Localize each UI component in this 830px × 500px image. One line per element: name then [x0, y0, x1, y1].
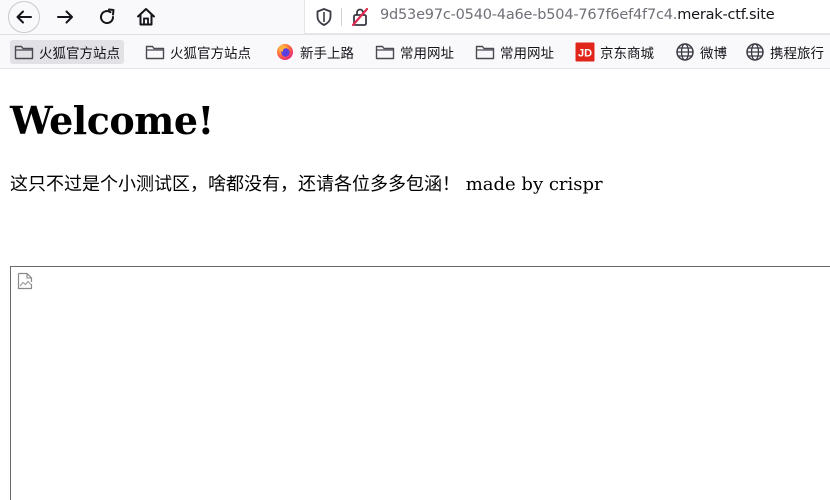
home-icon — [137, 8, 155, 26]
globe-icon — [675, 43, 695, 61]
svg-text:JD: JD — [578, 48, 592, 60]
folder-icon — [475, 43, 495, 61]
forward-arrow-icon — [57, 10, 73, 24]
firefox-icon — [275, 43, 295, 61]
url-text[interactable]: 9d53e97c-0540-4a6e-b504-767f6ef4f7c4.mer… — [380, 7, 775, 23]
insecure-lock-icon[interactable] — [350, 6, 370, 32]
urlbar-separator — [341, 8, 342, 26]
tracking-shield-icon[interactable] — [315, 7, 333, 31]
broken-image-icon — [17, 272, 33, 294]
bookmark-folder-firefox-official-1[interactable]: 火狐官方站点 — [10, 40, 124, 64]
reload-button[interactable] — [91, 1, 123, 33]
home-button[interactable] — [130, 1, 162, 33]
folder-icon — [375, 43, 395, 61]
bookmark-jd-mall[interactable]: JD 京东商城 — [571, 40, 658, 64]
url-subdomain: 9d53e97c-0540-4a6e-b504-767f6ef4f7c4. — [380, 7, 678, 23]
bookmark-getting-started[interactable]: 新手上路 — [271, 40, 358, 64]
forward-button[interactable] — [50, 1, 82, 33]
bookmark-label: 微博 — [700, 46, 727, 62]
page-title: Welcome! — [10, 98, 214, 143]
folder-icon — [14, 43, 34, 61]
bookmark-label: 新手上路 — [300, 46, 354, 62]
bookmark-folder-common-sites-1[interactable]: 常用网址 — [371, 40, 458, 64]
broken-image — [10, 266, 830, 500]
bookmark-weibo[interactable]: 微博 — [671, 40, 731, 64]
bookmark-ctrip[interactable]: 携程旅行 — [741, 40, 828, 64]
jd-icon: JD — [575, 42, 595, 62]
back-button[interactable] — [8, 1, 40, 33]
bookmark-label: 火狐官方站点 — [39, 46, 120, 62]
folder-icon — [145, 43, 165, 61]
page-content: Welcome! 这只不过是个小测试区，啥都没有，还请各位多多包涵！ made … — [0, 70, 830, 500]
bookmarks-toolbar: 火狐官方站点 火狐官方站点 新手上路 常用网址 常用网址 JD 京东商城 微博 … — [0, 35, 830, 69]
bookmark-folder-common-sites-2[interactable]: 常用网址 — [471, 40, 558, 64]
bookmark-label: 常用网址 — [500, 46, 554, 62]
url-domain: merak-ctf.site — [677, 7, 775, 23]
reload-icon — [100, 8, 115, 25]
url-bar[interactable]: 9d53e97c-0540-4a6e-b504-767f6ef4f7c4.mer… — [304, 0, 830, 34]
globe-icon — [745, 43, 765, 61]
bookmark-label: 京东商城 — [600, 46, 654, 62]
back-arrow-icon — [16, 10, 32, 24]
bookmark-label: 常用网址 — [400, 46, 454, 62]
bookmark-label: 火狐官方站点 — [170, 46, 251, 62]
bookmark-folder-firefox-official-2[interactable]: 火狐官方站点 — [141, 40, 255, 64]
page-paragraph: 这只不过是个小测试区，啥都没有，还请各位多多包涵！ made by crispr — [10, 174, 603, 195]
browser-toolbar: 9d53e97c-0540-4a6e-b504-767f6ef4f7c4.mer… — [0, 0, 830, 35]
bookmark-label: 携程旅行 — [770, 46, 824, 62]
